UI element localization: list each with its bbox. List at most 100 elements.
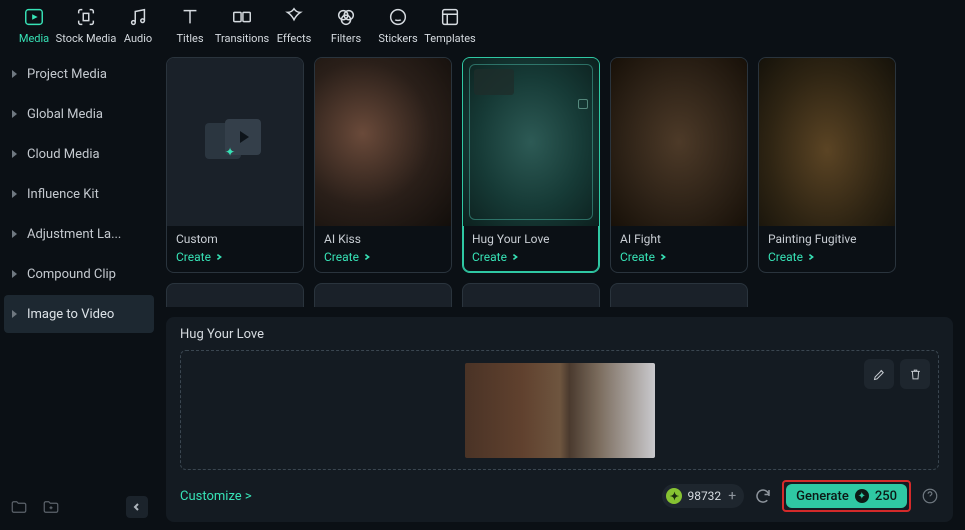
sidebar-item-cloud-media[interactable]: Cloud Media xyxy=(4,135,154,173)
chevron-right-icon xyxy=(12,110,17,118)
credits-count: 98732 xyxy=(687,489,721,503)
stock-media-icon xyxy=(75,6,97,28)
card-ai-fight[interactable]: AI Fight Create xyxy=(610,57,748,273)
titles-icon xyxy=(179,6,201,28)
generate-highlight: Generate ✦ 250 xyxy=(782,480,911,512)
delete-image-button[interactable] xyxy=(900,359,930,389)
sidebar: Project Media Global Media Cloud Media I… xyxy=(0,49,160,530)
card-create-link[interactable]: Create xyxy=(620,250,738,264)
tab-label: Stock Media xyxy=(56,32,117,45)
card-painting-fugitive[interactable]: Painting Fugitive Create xyxy=(758,57,896,273)
sidebar-item-label: Project Media xyxy=(27,67,107,82)
generate-label: Generate xyxy=(796,489,849,504)
chevron-right-icon xyxy=(12,150,17,158)
credits-pill[interactable]: ✦ 98732 + xyxy=(662,484,744,508)
sidebar-item-label: Image to Video xyxy=(27,307,114,322)
card-create-link[interactable]: Create xyxy=(768,250,886,264)
tab-label: Media xyxy=(19,32,49,45)
sidebar-item-image-to-video[interactable]: Image to Video xyxy=(4,295,154,333)
card-thumbnail xyxy=(611,58,747,226)
effects-icon xyxy=(283,6,305,28)
transitions-icon xyxy=(231,6,253,28)
media-icon xyxy=(23,6,45,28)
templates-icon xyxy=(439,6,461,28)
chevron-right-icon xyxy=(12,70,17,78)
card-partial[interactable] xyxy=(610,283,748,307)
card-ai-kiss[interactable]: AI Kiss Create xyxy=(314,57,452,273)
card-title: Hug Your Love xyxy=(472,232,590,246)
tab-filters[interactable]: Filters xyxy=(320,6,372,45)
image-dropzone[interactable] xyxy=(180,350,939,470)
chevron-right-icon xyxy=(12,310,17,318)
sidebar-item-label: Cloud Media xyxy=(27,147,100,162)
sidebar-item-label: Global Media xyxy=(27,107,103,122)
tab-label: Filters xyxy=(331,32,361,45)
card-partial[interactable] xyxy=(166,283,304,307)
card-thumbnail xyxy=(759,58,895,226)
tab-label: Effects xyxy=(277,32,312,45)
coin-icon: ✦ xyxy=(855,489,869,503)
tab-label: Titles xyxy=(176,32,203,45)
sidebar-item-influence-kit[interactable]: Influence Kit xyxy=(4,175,154,213)
card-create-link[interactable]: Create xyxy=(176,250,294,264)
card-title: Custom xyxy=(176,232,294,246)
card-create-link[interactable]: Create xyxy=(324,250,442,264)
filters-icon xyxy=(335,6,357,28)
top-toolbar: Media Stock Media Audio Titles Transitio… xyxy=(0,0,965,49)
coin-icon: ✦ xyxy=(666,488,682,504)
tab-transitions[interactable]: Transitions xyxy=(216,6,268,45)
card-create-link[interactable]: Create xyxy=(472,250,590,264)
editor-panel: Hug Your Love Customize > ✦ 98732 + xyxy=(166,317,953,522)
tab-label: Transitions xyxy=(215,32,269,45)
sidebar-item-compound-clip[interactable]: Compound Clip xyxy=(4,255,154,293)
editor-title: Hug Your Love xyxy=(180,327,939,342)
chevron-right-icon xyxy=(12,270,17,278)
add-credits-icon[interactable]: + xyxy=(728,488,736,504)
tab-effects[interactable]: Effects xyxy=(268,6,320,45)
generate-button[interactable]: Generate ✦ 250 xyxy=(786,484,907,508)
content-area: ✦ Custom Create AI Kiss Create xyxy=(160,49,965,530)
card-partial[interactable] xyxy=(314,283,452,307)
tab-stock-media[interactable]: Stock Media xyxy=(60,6,112,45)
card-thumbnail xyxy=(315,58,451,226)
audio-icon xyxy=(127,6,149,28)
sidebar-item-label: Influence Kit xyxy=(27,187,99,202)
sidebar-item-global-media[interactable]: Global Media xyxy=(4,95,154,133)
tab-titles[interactable]: Titles xyxy=(164,6,216,45)
folder-icon[interactable] xyxy=(10,498,28,516)
collapse-sidebar-button[interactable] xyxy=(126,496,148,518)
tab-audio[interactable]: Audio xyxy=(112,6,164,45)
customize-link[interactable]: Customize > xyxy=(180,489,252,504)
card-thumbnail: ✦ xyxy=(167,58,303,226)
refresh-button[interactable] xyxy=(754,487,772,505)
card-title: AI Kiss xyxy=(324,232,442,246)
new-folder-icon[interactable] xyxy=(42,498,60,516)
edit-image-button[interactable] xyxy=(864,359,894,389)
tab-label: Audio xyxy=(124,32,152,45)
tab-templates[interactable]: Templates xyxy=(424,6,476,45)
sidebar-footer xyxy=(4,490,154,524)
sparkle-icon: ✦ xyxy=(225,145,235,159)
card-partial[interactable] xyxy=(462,283,600,307)
chevron-right-icon xyxy=(12,190,17,198)
card-title: AI Fight xyxy=(620,232,738,246)
card-thumbnail xyxy=(463,58,599,226)
generate-cost: 250 xyxy=(875,489,897,504)
help-button[interactable] xyxy=(921,487,939,505)
card-title: Painting Fugitive xyxy=(768,232,886,246)
uploaded-image xyxy=(465,363,655,458)
sidebar-item-label: Adjustment La... xyxy=(27,227,121,242)
template-cards-row-2 xyxy=(166,283,953,307)
card-hug-your-love[interactable]: Hug Your Love Create xyxy=(462,57,600,273)
stickers-icon xyxy=(387,6,409,28)
sidebar-item-label: Compound Clip xyxy=(27,267,116,282)
tab-media[interactable]: Media xyxy=(8,6,60,45)
tab-label: Stickers xyxy=(378,32,417,45)
chevron-right-icon xyxy=(12,230,17,238)
sidebar-item-project-media[interactable]: Project Media xyxy=(4,55,154,93)
template-cards-row: ✦ Custom Create AI Kiss Create xyxy=(166,57,953,273)
tab-stickers[interactable]: Stickers xyxy=(372,6,424,45)
card-custom[interactable]: ✦ Custom Create xyxy=(166,57,304,273)
sidebar-item-adjustment-layer[interactable]: Adjustment La... xyxy=(4,215,154,253)
tab-label: Templates xyxy=(424,32,475,45)
